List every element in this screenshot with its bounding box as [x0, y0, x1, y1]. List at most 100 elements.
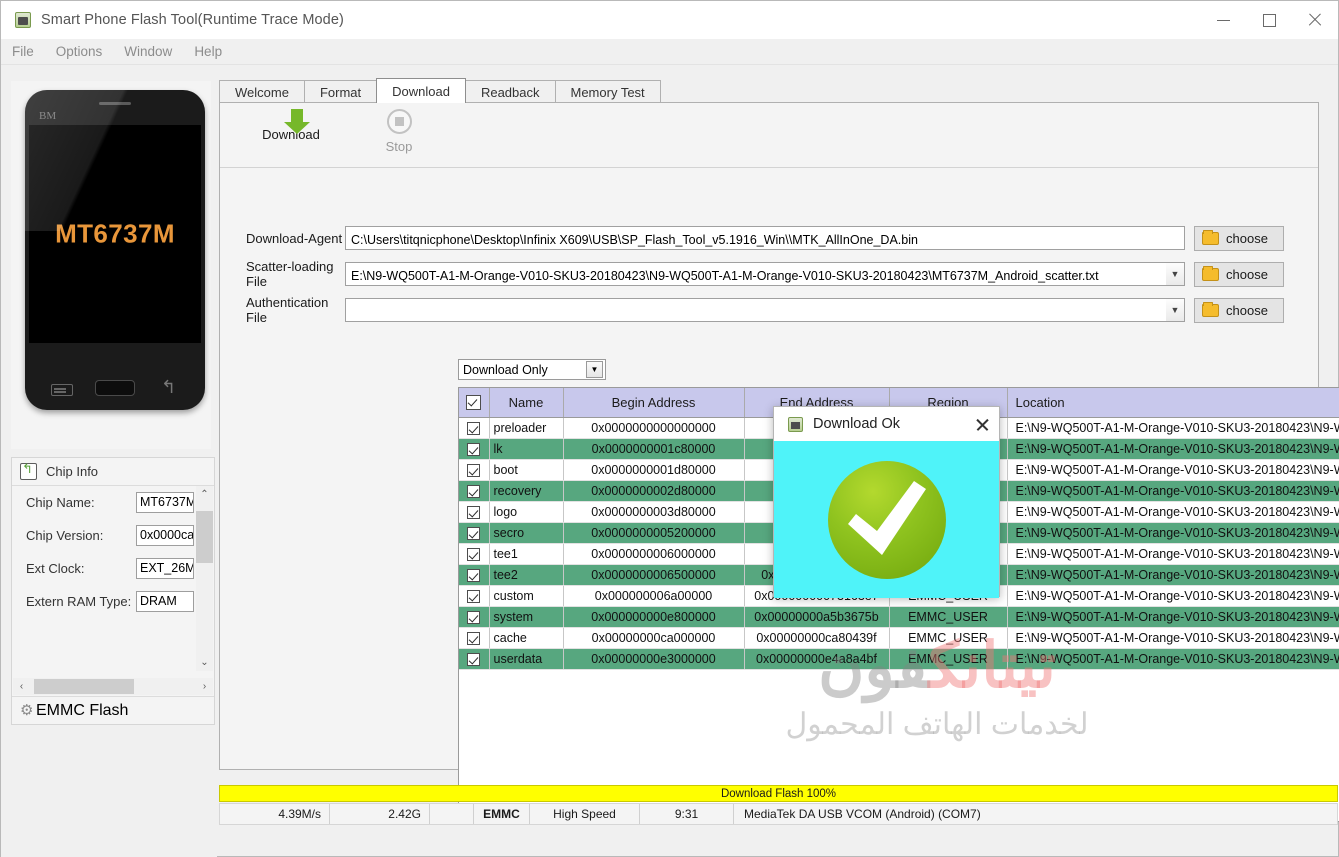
chip-name-label: Chip Name: [26, 495, 95, 510]
left-panel: BM MT6737M ↰ Chip Info Chip Name: MT6737… [1, 67, 217, 857]
menu-file[interactable]: File [1, 41, 45, 62]
scroll-down-icon[interactable]: ⌄ [196, 654, 213, 671]
choose-label: choose [1226, 230, 1268, 246]
row-checkbox[interactable] [459, 438, 490, 460]
chip-icon [20, 461, 37, 480]
choose-label: choose [1226, 302, 1268, 318]
checkbox-icon [466, 395, 482, 411]
status-storage-type: EMMC [474, 804, 530, 824]
checkbox-icon [467, 484, 481, 498]
close-button[interactable] [1292, 1, 1338, 39]
row-location: E:\N9-WQ500T-A1-M-Orange-V010-SKU3-20180… [1007, 606, 1339, 628]
row-name: lk [489, 438, 564, 460]
row-begin-address: 0x0000000003d80000 [563, 501, 745, 523]
scroll-up-icon[interactable]: ⌃ [196, 486, 213, 503]
row-checkbox[interactable] [459, 585, 490, 607]
ext-clock-label: Ext Clock: [26, 561, 85, 576]
minimize-button[interactable] [1200, 1, 1246, 39]
window-controls [1200, 1, 1338, 39]
row-begin-address: 0x000000000e800000 [563, 606, 745, 628]
row-checkbox[interactable] [459, 522, 490, 544]
status-bar: 4.39M/s 2.42G EMMC High Speed 9:31 Media… [219, 803, 1338, 825]
row-location: E:\N9-WQ500T-A1-M-Orange-V010-SKU3-20180… [1007, 459, 1339, 481]
row-checkbox[interactable] [459, 564, 490, 586]
menu-window[interactable]: Window [113, 41, 183, 62]
download-agent-choose-button[interactable]: choose [1194, 225, 1284, 251]
auth-file-dropdown-icon[interactable]: ▼ [1166, 298, 1185, 322]
tab-format[interactable]: Format [303, 80, 378, 103]
menu-bar: File Options Window Help [1, 39, 1338, 65]
auth-file-input[interactable] [345, 298, 1166, 322]
vertical-scroll-thumb[interactable] [196, 511, 213, 563]
app-window: Smart Phone Flash Tool(Runtime Trace Mod… [0, 0, 1339, 857]
row-checkbox[interactable] [459, 543, 490, 565]
select-all-checkbox[interactable] [459, 388, 490, 418]
row-name: preloader [489, 417, 564, 439]
status-size: 2.42G [330, 804, 430, 824]
table-row[interactable]: system 0x000000000e800000 0x00000000a5b3… [459, 606, 1339, 628]
checkbox-icon [467, 526, 481, 540]
row-location: E:\N9-WQ500T-A1-M-Orange-V010-SKU3-20180… [1007, 522, 1339, 544]
green-check-circle-icon [827, 460, 946, 579]
download-button[interactable]: Download [242, 109, 340, 165]
row-checkbox[interactable] [459, 606, 490, 628]
ext-clock-value: EXT_26M [136, 558, 194, 579]
row-checkbox[interactable] [459, 480, 490, 502]
auth-file-choose-button[interactable]: choose [1194, 297, 1284, 323]
scatter-file-dropdown-icon[interactable]: ▼ [1166, 262, 1185, 286]
checkbox-icon [467, 505, 481, 519]
chevron-down-icon[interactable]: ▼ [586, 361, 603, 378]
status-blank [430, 804, 474, 824]
tab-download[interactable]: Download [376, 78, 466, 103]
row-checkbox[interactable] [459, 417, 490, 439]
stop-circle-icon [386, 109, 412, 134]
chip-row: Extern RAM Type: DRAM [12, 585, 214, 618]
chip-info-horizontal-scrollbar[interactable]: ‹ › [13, 678, 213, 695]
row-checkbox[interactable] [459, 648, 490, 670]
checkbox-icon [467, 652, 481, 666]
row-location: E:\N9-WQ500T-A1-M-Orange-V010-SKU3-20180… [1007, 585, 1339, 607]
horizontal-scroll-thumb[interactable] [34, 679, 134, 694]
menu-help[interactable]: Help [183, 41, 233, 62]
maximize-button[interactable] [1246, 1, 1292, 39]
table-row[interactable]: userdata 0x00000000e3000000 0x00000000e4… [459, 648, 1339, 670]
stop-button-label: Stop [385, 139, 413, 154]
status-elapsed-time: 9:31 [640, 804, 734, 824]
scroll-left-icon[interactable]: ‹ [13, 678, 30, 695]
chip-info-vertical-scrollbar[interactable]: ⌃ ⌄ [196, 486, 213, 671]
scatter-file-input[interactable]: E:\N9-WQ500T-A1-M-Orange-V010-SKU3-20180… [345, 262, 1166, 286]
download-mode-select[interactable]: Download Only ▼ [458, 359, 606, 380]
table-row[interactable]: cache 0x00000000ca000000 0x00000000ca804… [459, 627, 1339, 649]
tab-readback[interactable]: Readback [464, 80, 556, 103]
scatter-file-choose-button[interactable]: choose [1194, 261, 1284, 287]
row-checkbox[interactable] [459, 459, 490, 481]
download-ok-dialog: Download Ok [773, 406, 1000, 598]
row-checkbox[interactable] [459, 501, 490, 523]
maximize-icon [1262, 13, 1276, 27]
row-name: system [489, 606, 564, 628]
row-location: E:\N9-WQ500T-A1-M-Orange-V010-SKU3-20180… [1007, 648, 1339, 670]
row-begin-address: 0x000000006a00000 [563, 585, 745, 607]
row-end-address: 0x00000000e4a8a4bf [744, 648, 890, 670]
row-checkbox[interactable] [459, 627, 490, 649]
dialog-title-bar: Download Ok [774, 407, 999, 441]
row-end-address: 0x00000000ca80439f [744, 627, 890, 649]
stop-button[interactable]: Stop [350, 109, 448, 165]
flash-type-row: ⚙ EMMC Flash [12, 696, 214, 724]
close-icon [1307, 12, 1323, 28]
status-speed-mode: High Speed [530, 804, 640, 824]
menu-options[interactable]: Options [45, 41, 114, 62]
tab-welcome[interactable]: Welcome [219, 80, 305, 103]
dialog-close-button[interactable] [965, 407, 999, 441]
row-name: tee2 [489, 564, 564, 586]
col-name: Name [489, 388, 564, 418]
scroll-right-icon[interactable]: › [196, 678, 213, 695]
chip-row: Chip Version: 0x0000ca00 [12, 519, 214, 552]
row-location: E:\N9-WQ500T-A1-M-Orange-V010-SKU3-20180… [1007, 417, 1339, 439]
row-location: E:\N9-WQ500T-A1-M-Orange-V010-SKU3-20180… [1007, 501, 1339, 523]
download-mode-value: Download Only [463, 362, 548, 377]
download-agent-input[interactable]: C:\Users\titqnicphone\Desktop\Infinix X6… [345, 226, 1185, 250]
minimize-icon [1216, 19, 1230, 21]
tab-memory-test[interactable]: Memory Test [554, 80, 661, 103]
phone-preview: BM MT6737M ↰ [11, 81, 211, 449]
